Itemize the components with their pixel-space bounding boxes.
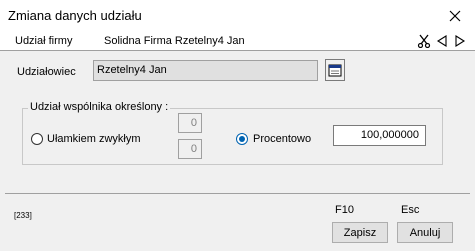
cancel-shortcut-label: Esc — [401, 204, 420, 216]
percent-field[interactable]: 100,000000 — [333, 125, 426, 146]
percent-radio[interactable] — [236, 133, 248, 145]
header-toolbar — [417, 33, 467, 49]
shareholder-label: Udziałowiec — [17, 66, 76, 78]
company-header: Udział firmy Solidna Firma Rzetelny4 Jan — [0, 31, 475, 51]
fraction-radio[interactable] — [31, 133, 43, 145]
fraction-radio-label[interactable]: Ułamkiem zwykłym — [47, 133, 141, 145]
save-button[interactable]: Zapisz — [332, 222, 388, 243]
company-value: Solidna Firma Rzetelny4 Jan — [104, 35, 245, 47]
percent-radio-label[interactable]: Procentowo — [253, 133, 311, 145]
close-button[interactable] — [435, 0, 475, 31]
footer-divider — [5, 193, 470, 194]
shareholder-lookup-button[interactable] — [325, 59, 345, 81]
dialog-window: Zmiana danych udziału Udział firmy Solid… — [0, 0, 475, 251]
save-shortcut-label: F10 — [335, 204, 354, 216]
calendar-lookup-icon — [328, 64, 342, 77]
fraction-denominator-field[interactable]: 0 — [178, 139, 202, 159]
company-label: Udział firmy — [15, 35, 73, 47]
prev-arrow-icon[interactable] — [435, 34, 449, 48]
window-title: Zmiana danych udziału — [8, 8, 142, 23]
next-arrow-icon[interactable] — [453, 34, 467, 48]
shareholder-field[interactable]: Rzetelny4 Jan — [93, 60, 318, 81]
dialog-code: [233] — [14, 211, 32, 220]
share-groupbox-title: Udział wspólnika określony : — [28, 101, 171, 113]
fraction-numerator-field[interactable]: 0 — [178, 113, 202, 133]
cancel-button[interactable]: Anuluj — [397, 222, 453, 243]
close-icon — [449, 10, 461, 21]
scissors-icon[interactable] — [417, 34, 431, 48]
title-bar: Zmiana danych udziału — [0, 0, 475, 31]
